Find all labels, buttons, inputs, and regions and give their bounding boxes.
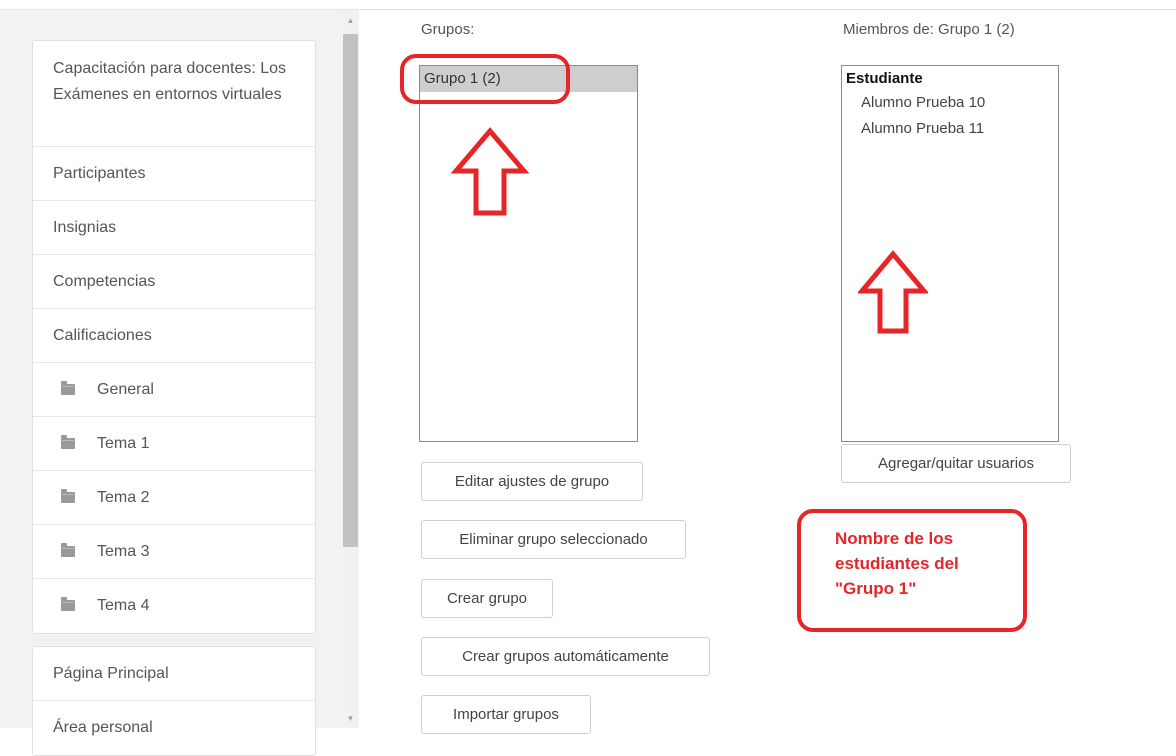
auto-create-groups-button[interactable]: Crear grupos automáticamente [421,637,710,676]
sidebar-item-area-personal[interactable]: Área personal [33,701,315,755]
members-label: Miembros de: Grupo 1 (2) [843,21,1015,38]
folder-icon [61,543,75,557]
sidebar-item-label: Tema 4 [97,597,150,614]
scroll-up-arrow-icon[interactable]: ▲ [342,12,359,29]
up-arrow-icon [450,127,530,216]
import-groups-button[interactable]: Importar grupos [421,695,591,734]
up-arrow-icon [858,250,928,334]
annotation-note-line-2: estudiantes del [835,554,959,573]
role-heading: Estudiante [846,70,923,87]
annotation-note-line-1: Nombre de los [835,529,954,548]
sidebar-item-tema-1[interactable]: Tema 1 [33,417,315,471]
course-title: Capacitación para docentes: Los Exámenes… [53,60,287,103]
scrollbar-thumb[interactable] [343,34,358,547]
sidebar-item-label: Participantes [53,165,146,182]
sidebar-item-insignias[interactable]: Insignias [33,201,315,255]
drawer-scrollbar[interactable]: ▲ ▼ [342,10,359,728]
sidebar-item-label: General [97,381,154,398]
delete-selected-group-button[interactable]: Eliminar grupo seleccionado [421,520,686,559]
sidebar-item-general[interactable]: General [33,363,315,417]
sidebar-item-label: Página Principal [53,665,169,682]
groups-listbox[interactable]: Grupo 1 (2) [419,65,638,442]
sidebar-item-label: Tema 2 [97,489,150,506]
sidebar-item-participantes[interactable]: Participantes [33,147,315,201]
sidebar-item-tema-4[interactable]: Tema 4 [33,579,315,633]
create-group-button[interactable]: Crear grupo [421,579,553,618]
folder-icon [61,381,75,395]
sidebar-item-label: Tema 1 [97,435,150,452]
edit-group-settings-button[interactable]: Editar ajustes de grupo [421,462,643,501]
annotation-highlight-group [400,54,570,104]
sidebar-item-tema-2[interactable]: Tema 2 [33,471,315,525]
sidebar-item-label: Competencias [53,273,156,290]
sidebar-item-pagina-principal[interactable]: Página Principal [33,647,315,701]
annotation-note-line-3: "Grupo 1" [835,579,917,598]
add-remove-users-button[interactable]: Agregar/quitar usuarios [841,444,1071,483]
sidebar-item-label: Calificaciones [53,327,152,344]
folder-icon [61,597,75,611]
groups-label: Grupos: [421,21,475,38]
site-nav-card: Página Principal Área personal [32,646,316,756]
sidebar-item-calificaciones[interactable]: Calificaciones [33,309,315,363]
course-nav-card: Capacitación para docentes: Los Exámenes… [32,40,316,634]
member-item[interactable]: Alumno Prueba 11 [861,120,984,137]
sidebar-item-label: Tema 3 [97,543,150,560]
member-item[interactable]: Alumno Prueba 10 [861,94,985,111]
sidebar-item-tema-3[interactable]: Tema 3 [33,525,315,579]
folder-icon [61,489,75,503]
scroll-down-arrow-icon[interactable]: ▼ [342,710,359,727]
folder-icon [61,435,75,449]
sidebar-item-competencias[interactable]: Competencias [33,255,315,309]
sidebar-item-course[interactable]: Capacitación para docentes: Los Exámenes… [33,41,315,147]
sidebar-item-label: Insignias [53,219,117,236]
